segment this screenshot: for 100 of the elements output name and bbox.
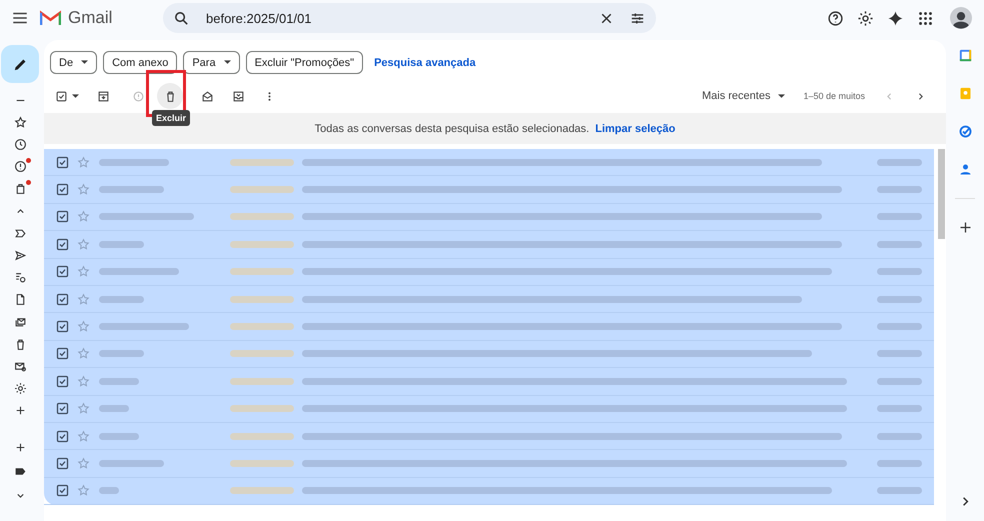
star-icon[interactable]	[77, 210, 90, 224]
app-name: Gmail	[68, 8, 114, 28]
task-check-icon[interactable]	[958, 124, 972, 139]
important-icon[interactable]	[14, 160, 26, 174]
caret-icon[interactable]	[778, 94, 786, 98]
filter-chip[interactable]: Para	[183, 51, 240, 74]
clock-icon[interactable]	[14, 138, 26, 151]
delete-button[interactable]	[157, 83, 183, 109]
clear-selection-link[interactable]: Limpar seleção	[595, 122, 676, 134]
plus-icon[interactable]	[14, 404, 26, 418]
blurred-sender	[99, 296, 144, 303]
sort-dropdown[interactable]: Mais recentes	[702, 90, 770, 102]
blurred-date	[877, 378, 922, 385]
row-checkbox[interactable]	[55, 209, 70, 224]
send-icon[interactable]	[14, 248, 26, 262]
spam-mail-icon[interactable]	[14, 360, 26, 373]
apps-grid-icon[interactable]	[917, 10, 934, 26]
blurred-date	[877, 487, 922, 494]
blurred-tag	[230, 186, 294, 194]
blurred-sender	[99, 186, 164, 194]
star-icon[interactable]	[77, 183, 90, 196]
row-checkbox[interactable]	[55, 319, 70, 334]
row-checkbox[interactable]	[55, 456, 70, 471]
star-icon[interactable]	[77, 265, 90, 278]
blurred-date	[877, 296, 922, 303]
move-to-inbox-icon[interactable]	[232, 90, 245, 102]
gear-icon[interactable]	[14, 382, 26, 396]
blurred-tag	[230, 323, 294, 330]
star-icon[interactable]	[77, 347, 90, 360]
banner-text: Todas as conversas desta pesquisa estão selecionadas.	[314, 122, 590, 134]
filter-chip[interactable]: Com anexo	[103, 51, 178, 74]
plus-icon[interactable]	[14, 441, 26, 454]
star-icon[interactable]	[77, 484, 90, 498]
star-icon[interactable]	[77, 374, 90, 388]
blurred-date	[877, 323, 922, 330]
help-icon[interactable]	[827, 10, 844, 26]
row-checkbox[interactable]	[55, 182, 70, 198]
blurred-tag	[230, 350, 294, 358]
star-icon[interactable]	[77, 456, 90, 470]
advanced-search-link[interactable]: Pesquisa avançada	[374, 56, 476, 68]
open-envelope-icon[interactable]	[201, 90, 214, 102]
filter-chip[interactable]: Excluir "Promoções"	[246, 51, 364, 74]
scheduled-icon[interactable]	[14, 271, 26, 284]
star-icon[interactable]	[77, 430, 90, 443]
blurred-sender	[99, 487, 119, 494]
blurred-date	[877, 460, 922, 467]
blurred-date	[877, 432, 922, 440]
search-icon[interactable]	[173, 10, 190, 26]
m-logo-icon[interactable]	[40, 10, 61, 26]
row-checkbox[interactable]	[55, 292, 70, 307]
plus-icon[interactable]	[958, 220, 972, 235]
caret-icon	[224, 60, 231, 65]
scroll-thumb[interactable]	[938, 149, 945, 239]
blurred-sender	[99, 240, 144, 248]
row-checkbox[interactable]	[55, 236, 70, 252]
caret-icon	[81, 60, 88, 65]
blurred-tag	[230, 268, 294, 276]
row-checkbox[interactable]	[55, 374, 70, 389]
blurred-tag	[230, 487, 294, 494]
row-checkbox[interactable]	[55, 483, 70, 498]
row-checkbox[interactable]	[55, 428, 70, 444]
person-icon[interactable]	[958, 162, 972, 177]
blurred-tag	[230, 213, 294, 220]
filter-chip[interactable]: De	[50, 51, 98, 74]
blurred-sender	[99, 432, 139, 440]
sparkle-icon[interactable]	[887, 10, 904, 26]
star-icon[interactable]	[77, 238, 90, 251]
settings-icon[interactable]	[857, 10, 874, 26]
star-icon[interactable]	[77, 292, 90, 306]
star-icon[interactable]	[77, 156, 90, 169]
avatar-icon[interactable]	[950, 7, 972, 29]
star-icon[interactable]	[77, 402, 90, 416]
blurred-sender	[99, 350, 144, 358]
page-range: 1–50 de muitos	[803, 91, 865, 101]
blurred-sender	[99, 158, 169, 166]
select-all-checkbox[interactable]	[55, 90, 68, 102]
star-icon[interactable]	[14, 116, 26, 129]
blurred-date	[877, 268, 922, 276]
bag-icon[interactable]	[14, 182, 26, 196]
blurred-date	[877, 213, 922, 220]
calendar-icon[interactable]	[958, 48, 972, 63]
label-arrow-icon[interactable]	[14, 226, 26, 240]
blurred-tag	[230, 405, 294, 412]
search-field[interactable]: before:2025/01/01	[206, 10, 588, 26]
blurred-tag	[230, 378, 294, 385]
compose-button[interactable]	[1, 45, 39, 83]
row-checkbox[interactable]	[55, 264, 70, 280]
star-icon[interactable]	[77, 320, 90, 334]
caret-icon[interactable]	[72, 94, 79, 98]
blurred-date	[877, 186, 922, 194]
row-checkbox[interactable]	[55, 154, 70, 170]
archive-icon[interactable]	[97, 90, 110, 102]
search-bar[interactable]: before:2025/01/01	[163, 3, 656, 33]
blurred-date	[877, 240, 922, 248]
row-checkbox[interactable]	[55, 401, 70, 416]
row-checkbox[interactable]	[55, 346, 70, 362]
tooltip: Excluir	[152, 110, 190, 126]
blurred-date	[877, 405, 922, 412]
doc-icon[interactable]	[14, 293, 26, 306]
blurred-date	[877, 158, 922, 166]
